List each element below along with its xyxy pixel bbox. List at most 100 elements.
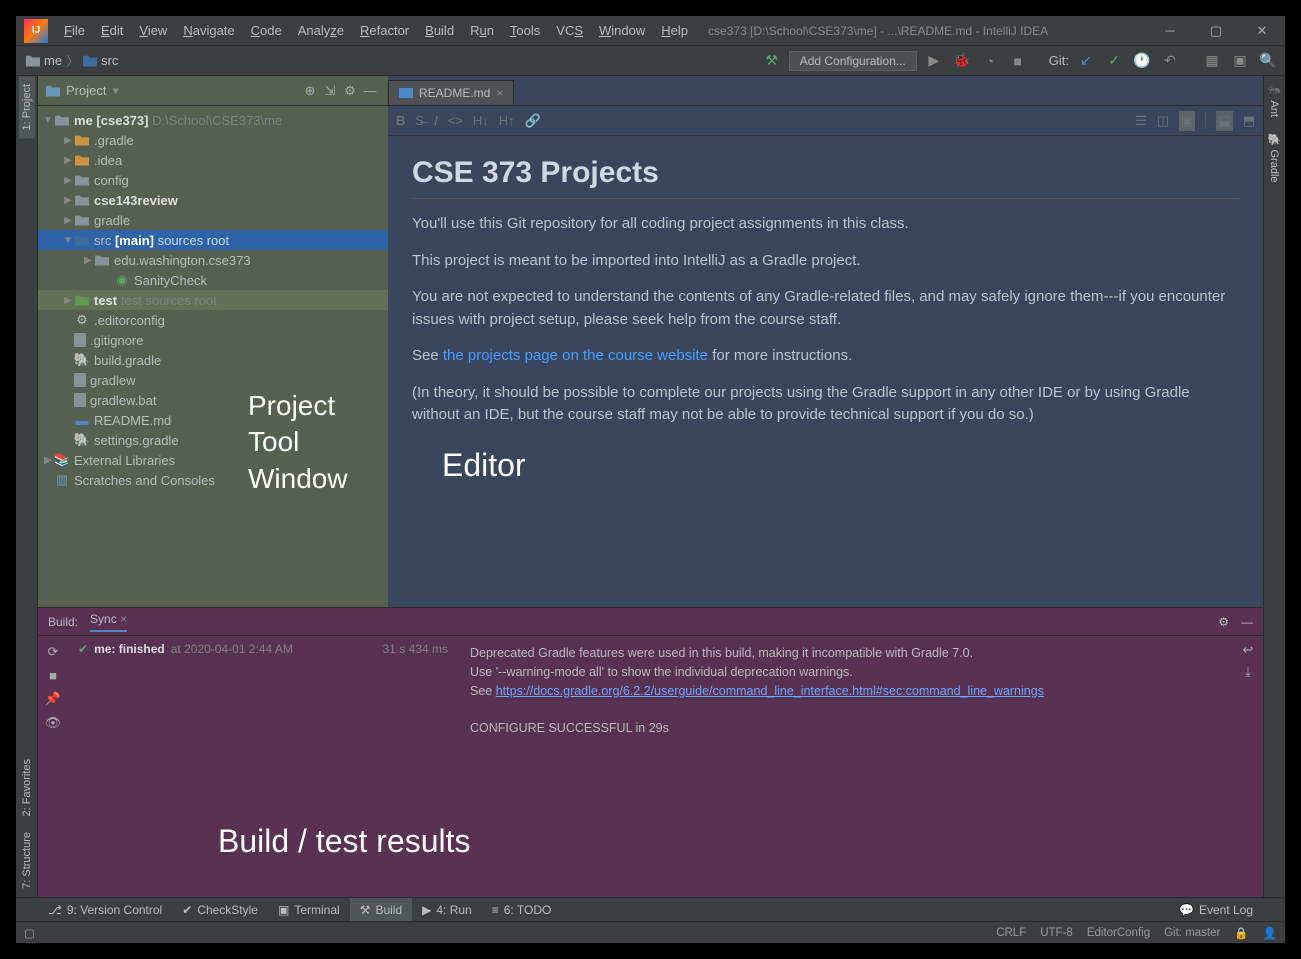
course-link[interactable]: the projects page on the course website xyxy=(443,347,708,364)
minimize-icon[interactable]: ─ xyxy=(1147,16,1193,46)
tree-file[interactable]: .gitignore xyxy=(38,330,388,350)
tree-root[interactable]: me [cse373] D:\School\CSE373\me xyxy=(38,110,388,130)
debug-icon[interactable]: 🐞 xyxy=(951,50,973,72)
maximize-icon[interactable]: ▢ xyxy=(1193,16,1239,46)
tree-node-cse143[interactable]: cse143review xyxy=(38,190,388,210)
gear-icon[interactable]: ⚙ xyxy=(1218,615,1229,629)
gradle-tab[interactable]: 🐘 Gradle xyxy=(1266,125,1283,191)
strike-icon[interactable]: S̶ xyxy=(415,113,424,128)
build-output: Deprecated Gradle features were used in … xyxy=(458,636,1233,897)
close-icon[interactable]: ✕ xyxy=(1239,16,1285,46)
view-split-icon[interactable]: ◫ xyxy=(1157,113,1169,129)
view-preview-icon[interactable]: ▣ xyxy=(1179,111,1195,131)
h-down-icon[interactable]: H↓ xyxy=(473,113,489,128)
collapse-icon[interactable]: ⇲ xyxy=(320,83,340,99)
menu-tools[interactable]: Tools xyxy=(502,16,548,46)
menu-analyze[interactable]: Analyze xyxy=(290,16,352,46)
view-side2-icon[interactable]: ⬒ xyxy=(1243,113,1255,129)
h-up-icon[interactable]: H↑ xyxy=(499,113,515,128)
add-configuration-button[interactable]: Add Configuration... xyxy=(789,51,917,71)
editor-tab[interactable]: README.md× xyxy=(388,80,514,105)
line-ending[interactable]: CRLF xyxy=(996,927,1026,939)
coverage-icon[interactable]: ◔ xyxy=(979,50,1001,72)
pin-icon[interactable]: 📌 xyxy=(45,691,61,707)
run-icon[interactable]: ▶ xyxy=(923,50,945,72)
tree-node-test[interactable]: test test sources root xyxy=(38,290,388,310)
scroll-end-icon[interactable]: ⤓ xyxy=(1245,664,1251,680)
menu-window[interactable]: Window xyxy=(591,16,653,46)
git-history-icon[interactable]: 🕐 xyxy=(1131,50,1153,72)
lock-icon[interactable]: 🔒 xyxy=(1234,926,1248,940)
italic-icon[interactable]: I xyxy=(434,113,438,128)
build-pane: Build: Sync × ⚙ — ⟳ ■ 📌 👁 ✔ xyxy=(38,607,1263,897)
gradle-docs-link[interactable]: https://docs.gradle.org/6.2.2/userguide/… xyxy=(496,684,1044,698)
soft-wrap-icon[interactable]: ↩ xyxy=(1243,642,1254,658)
status-icon[interactable]: ▢ xyxy=(24,926,35,940)
git-rollback-icon[interactable]: ↶ xyxy=(1159,50,1181,72)
hide-icon[interactable]: — xyxy=(360,83,380,98)
ant-tab[interactable]: 🐜 Ant xyxy=(1266,76,1283,125)
view-side-icon[interactable]: ⬓ xyxy=(1216,111,1232,131)
stop-icon[interactable]: ■ xyxy=(1007,50,1029,72)
build-sync-tab[interactable]: Sync × xyxy=(90,612,127,632)
stop-icon[interactable]: ■ xyxy=(49,668,57,683)
project-tab[interactable]: 1: Project xyxy=(19,76,35,138)
view-editor-icon[interactable]: ☰ xyxy=(1135,113,1147,129)
event-log-tab[interactable]: 💬 Event Log xyxy=(1169,898,1263,922)
gear-icon[interactable]: ⚙ xyxy=(340,83,360,99)
breadcrumb[interactable]: me xyxy=(22,53,66,68)
link-icon[interactable]: 🔗 xyxy=(525,113,541,129)
menu-build[interactable]: Build xyxy=(417,16,462,46)
menu-edit[interactable]: Edit xyxy=(93,16,131,46)
hide-icon[interactable]: — xyxy=(1241,615,1253,629)
menu-refactor[interactable]: Refactor xyxy=(352,16,417,46)
menu-navigate[interactable]: Navigate xyxy=(175,16,242,46)
breadcrumb[interactable]: src xyxy=(79,53,122,68)
git-commit-icon[interactable]: ✓ xyxy=(1103,50,1125,72)
tree-node-gradledir[interactable]: gradle xyxy=(38,210,388,230)
build-tab[interactable]: ⚒ Build xyxy=(350,898,412,922)
menu-run[interactable]: Run xyxy=(462,16,502,46)
run-anything-icon[interactable]: ▣ xyxy=(1229,50,1251,72)
build-label: Build: xyxy=(48,615,78,629)
build-task-row[interactable]: ✔ me: finished at 2020-04-01 2:44 AM 31 … xyxy=(78,642,448,656)
run-tab[interactable]: ▶ 4: Run xyxy=(412,898,482,922)
code-icon[interactable]: <> xyxy=(448,113,463,128)
git-update-icon[interactable]: ↙ xyxy=(1075,50,1097,72)
git-branch[interactable]: Git: master xyxy=(1164,927,1220,939)
search-icon[interactable]: 🔍 xyxy=(1257,50,1279,72)
left-tool-gutter: 1: Project 2: Favorites 7: Structure xyxy=(16,76,38,897)
tree-node-package[interactable]: edu.washington.cse373 xyxy=(38,250,388,270)
menu-code[interactable]: Code xyxy=(243,16,290,46)
tree-file[interactable]: ⚙.editorconfig xyxy=(38,310,388,330)
tree-node-sanity[interactable]: ◉SanityCheck xyxy=(38,270,388,290)
tab-close-icon[interactable]: × xyxy=(496,86,503,100)
rerun-icon[interactable]: ⟳ xyxy=(48,644,59,660)
tree-node-idea[interactable]: .idea xyxy=(38,150,388,170)
tree-node-gradle[interactable]: .gradle xyxy=(38,130,388,150)
favorites-tab[interactable]: 2: Favorites xyxy=(19,751,35,824)
editorconfig[interactable]: EditorConfig xyxy=(1087,927,1150,939)
menu-view[interactable]: View xyxy=(131,16,175,46)
reveal-icon[interactable]: 👁 xyxy=(45,715,62,731)
layout-icon[interactable]: ▦ xyxy=(1201,50,1223,72)
locate-icon[interactable]: ⊕ xyxy=(300,83,320,99)
checkstyle-tab[interactable]: ✔ CheckStyle xyxy=(172,898,268,922)
structure-tab[interactable]: 7: Structure xyxy=(19,824,35,897)
tree-file[interactable]: 🐘build.gradle xyxy=(38,350,388,370)
tree-node-config[interactable]: config xyxy=(38,170,388,190)
app-logo: IJ xyxy=(24,19,48,43)
menu-vcs[interactable]: VCS xyxy=(548,16,591,46)
menu-file[interactable]: File xyxy=(56,16,93,46)
encoding[interactable]: UTF-8 xyxy=(1040,927,1073,939)
version-control-tab[interactable]: ⎇ 9: Version Control xyxy=(38,898,172,922)
inspector-icon[interactable]: 👤 xyxy=(1263,926,1277,940)
todo-tab[interactable]: ≡ 6: TODO xyxy=(482,898,562,922)
hammer-icon[interactable]: ⚒ xyxy=(761,50,783,72)
project-dropdown[interactable]: Project xyxy=(66,83,106,98)
tree-file[interactable]: gradlew xyxy=(38,370,388,390)
bold-icon[interactable]: B xyxy=(396,113,405,128)
tree-node-src[interactable]: src [main] sources root xyxy=(38,230,388,250)
menu-help[interactable]: Help xyxy=(653,16,696,46)
terminal-tab[interactable]: ▣ Terminal xyxy=(268,898,350,922)
